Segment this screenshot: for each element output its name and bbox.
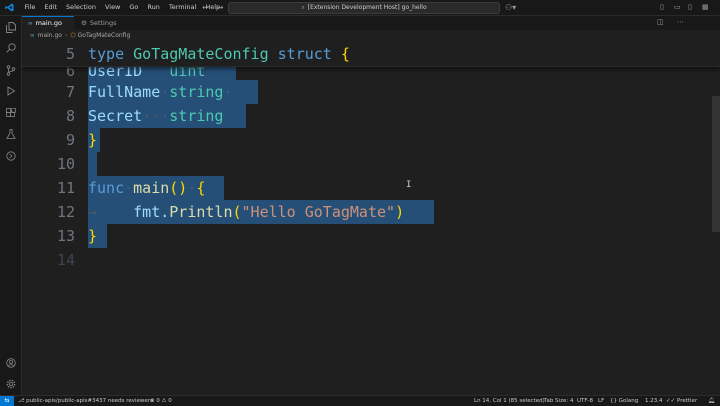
line-number: 14: [56, 251, 75, 269]
line-number: 7: [65, 83, 75, 101]
code-line-8: Secret···string: [88, 107, 224, 125]
line-number: 11: [56, 179, 75, 197]
editor-line: 13 }: [22, 224, 720, 248]
code-editor[interactable]: 5 type GoTagMateConfig struct { 6 UserID…: [22, 42, 720, 395]
menu-edit[interactable]: Edit: [40, 0, 62, 15]
language-label: Golang: [618, 398, 639, 404]
search-icon: ⌕: [301, 4, 305, 11]
command-center-label: [Extension Development Host] go_hello: [307, 4, 427, 11]
line-number: 13: [56, 227, 75, 245]
pull-request-label: public-apis/public-apis#3437 needs revie…: [26, 398, 153, 404]
tab-main-go[interactable]: ∞ main.go: [22, 16, 74, 30]
explorer-icon[interactable]: [0, 18, 21, 36]
editor-line: 9 }: [22, 128, 720, 152]
menu-file[interactable]: File: [20, 0, 40, 15]
braces-icon: {}: [610, 398, 617, 404]
activity-bar: [0, 16, 22, 395]
sticky-scroll-line[interactable]: 5 type GoTagMateConfig struct {: [22, 42, 720, 66]
run-debug-icon[interactable]: [0, 82, 21, 100]
error-icon: ⊗: [150, 398, 155, 404]
breadcrumb-file[interactable]: main.go: [38, 32, 62, 39]
toggle-panel-icon[interactable]: ▭: [674, 2, 681, 13]
double-check-icon: ✓✓: [666, 398, 676, 404]
go-file-icon: ∞: [30, 33, 35, 39]
menu-terminal[interactable]: Terminal: [164, 0, 200, 15]
sticky-scroll-divider: [22, 66, 720, 67]
line-number: 12: [56, 203, 75, 221]
tab-settings[interactable]: ⚙ Settings: [75, 16, 137, 30]
source-control-icon[interactable]: [0, 61, 21, 79]
editor-line: 11 func·main()·{: [22, 176, 720, 200]
code-line-11: func·main()·{: [88, 179, 206, 197]
account-icon[interactable]: [0, 354, 21, 372]
code-line-5: type GoTagMateConfig struct {: [88, 45, 350, 63]
copilot-icon[interactable]: ⚇▾: [505, 2, 516, 13]
command-center[interactable]: ⌕ [Extension Development Host] go_hello: [228, 2, 500, 14]
remote-explorer-icon[interactable]: [0, 147, 21, 165]
back-arrow-icon[interactable]: ←: [202, 3, 209, 12]
editor-line: 14: [22, 248, 720, 272]
menu-selection[interactable]: Selection: [61, 0, 100, 15]
extensions-icon[interactable]: [0, 104, 21, 122]
manage-gear-icon[interactable]: [0, 375, 21, 393]
vscode-logo-icon: [4, 3, 14, 13]
line-number: 8: [65, 107, 75, 125]
title-bar: File Edit Selection View Go Run Terminal…: [0, 0, 720, 16]
menu-go[interactable]: Go: [125, 0, 143, 15]
code-line-12: → fmt.Println("Hello GoTagMate"): [88, 203, 405, 221]
code-line-13: }: [88, 227, 98, 245]
tab-label: main.go: [35, 19, 63, 27]
go-file-icon: ∞: [28, 21, 33, 27]
testing-icon[interactable]: [0, 125, 21, 143]
vertical-scrollbar[interactable]: [712, 96, 720, 232]
code-line-9: }: [88, 131, 98, 149]
prettier-label: Prettier: [676, 398, 698, 404]
more-actions-icon[interactable]: ⋯: [677, 17, 684, 28]
line-number: 9: [65, 131, 75, 149]
editor-tab-bar: ∞ main.go ⚙ Settings ◫ ⋯: [22, 16, 720, 30]
toggle-primary-sidebar-icon[interactable]: ▯: [660, 2, 664, 13]
menu-run[interactable]: Run: [143, 0, 164, 15]
editor-line: 12 → fmt.Println("Hello GoTagMate"): [22, 200, 720, 224]
status-bar: ⇆ ⎇ public-apis/public-apis#3437 needs r…: [0, 395, 720, 406]
search-icon[interactable]: [0, 39, 21, 57]
breadcrumb-symbol[interactable]: GoTagMateConfig: [78, 32, 131, 39]
editor-line: 10: [22, 152, 720, 176]
menu-view[interactable]: View: [100, 0, 124, 15]
customize-layout-icon[interactable]: ▦: [702, 2, 709, 13]
mouse-ibeam-cursor-icon: I: [406, 180, 412, 190]
error-count: 0: [156, 398, 160, 404]
toggle-secondary-sidebar-icon[interactable]: ▯: [688, 2, 692, 13]
forward-arrow-icon[interactable]: →: [217, 3, 224, 12]
struct-symbol-icon: ⬡: [70, 32, 76, 39]
warning-count: 0: [168, 398, 172, 404]
tab-label: Settings: [89, 19, 117, 27]
chevron-right-icon: ›: [64, 32, 68, 39]
editor-line: 8 Secret···string: [22, 104, 720, 128]
settings-gear-icon: ⚙: [81, 19, 87, 27]
split-editor-icon[interactable]: ◫: [657, 17, 664, 28]
warning-icon: ⚠: [161, 398, 167, 404]
selection-highlight: [88, 152, 97, 176]
code-line-7: FullName·string·: [88, 83, 233, 101]
breadcrumb: ∞ main.go › ⬡ GoTagMateConfig: [30, 31, 130, 41]
navigation-arrows: ← →: [202, 1, 231, 14]
line-number: 5: [65, 45, 75, 63]
line-number: 10: [56, 155, 75, 173]
editor-line: 7 FullName·string·: [22, 80, 720, 104]
